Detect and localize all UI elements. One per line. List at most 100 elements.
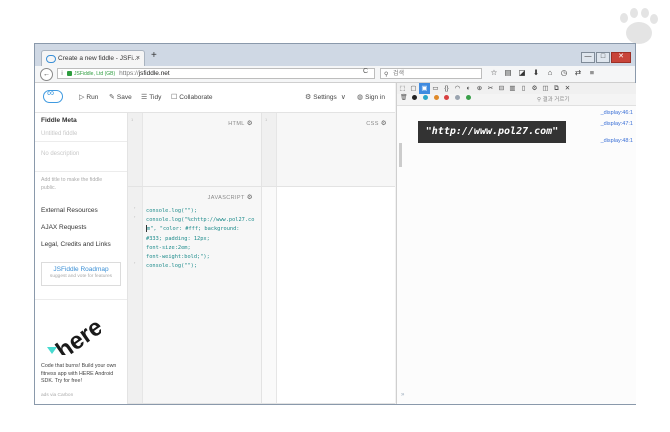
code-line: font-weight:bold;"); [146,254,210,261]
source-link[interactable]: _display:47:1 [601,121,633,127]
history-icon[interactable]: ◷ [557,68,571,77]
collaborate-button[interactable]: ☐ Collaborate [171,93,213,101]
source-link[interactable]: _display:48:1 [601,138,633,144]
html-panel[interactable]: 1 HTML ⚙ [128,113,262,187]
tidy-icon: ☰ [141,94,148,101]
console-styled-output: "http://www.pol27.com" [418,121,566,143]
gear-icon[interactable]: ⚙ [247,120,253,127]
gear-icon[interactable]: ⚙ [381,120,387,127]
dock-icon[interactable]: ◫ [540,83,551,94]
trash-icon[interactable]: 🗑 [400,95,408,101]
info-icon[interactable]: i [58,69,66,78]
source-link[interactable]: _display:46:1 [601,110,633,116]
console-input-prompt[interactable]: » [401,392,404,398]
code-line: console.log(""); [146,263,198,270]
home-icon[interactable]: ⌂ [543,68,557,77]
html-panel-label: HTML ⚙ [228,119,253,127]
settings-icon[interactable]: ⚙ [529,83,540,94]
js-code[interactable]: console.log(""); console.log("%chttp://ww… [146,207,254,271]
back-button[interactable]: ← [40,68,53,81]
here-logo-icon[interactable]: here [45,309,101,355]
performance-icon[interactable]: ◠ [452,83,463,94]
logging-filter-icon[interactable] [454,94,460,100]
line-number: 1 [131,117,134,122]
code-line: #333; padding: 12px; [146,235,210,242]
css-panel[interactable]: 1 CSS ⚙ [262,113,395,187]
play-icon: ▷ [79,94,85,101]
ajax-requests-link[interactable]: AJAX Requests [41,224,87,231]
roadmap-box[interactable]: JSFiddle Roadmap suggest and vote for fe… [41,262,121,286]
star-icon[interactable]: ☆ [487,68,501,77]
url-bar[interactable]: i JSFiddle, Ltd (GB) https://jsfiddle.net [57,68,375,79]
accessibility-icon[interactable]: ✂ [485,83,496,94]
popout-icon[interactable]: ⧉ [551,83,562,94]
code-line: console.log(""); [146,208,198,214]
pocket-icon[interactable]: ◪ [515,68,529,77]
storage-icon[interactable]: ⊕ [474,83,485,94]
search-icon: ⚲ [384,72,389,78]
console-filter-bar: 🗑 ⚲ 결과 거르기 [397,94,636,106]
here-logo-text: here [51,313,101,355]
result-gutter [262,187,277,403]
external-resources-link[interactable]: External Resources [41,207,98,214]
devtools-panel: ⬚ ▢ ▣ ▭{} ◠ ◐ ⊕ ✂ ⊟ ▥ ▯ ⚙ ◫ ⧉ ✕ 🗑 ⚲ 결과 거르기 _display:46… [396,83,636,404]
console-tab-icon[interactable]: ▣ [419,83,430,94]
responsive-icon[interactable]: ⊟ [496,83,507,94]
ad-text[interactable]: Code that burns! Build your own fitness … [41,363,121,386]
code-line: font-size:2em; [146,244,191,251]
search-input[interactable]: ⚲ 검색 [380,68,482,79]
phone-icon[interactable]: ▯ [518,83,529,94]
browser-tab[interactable]: Create a new fiddle - JSFi... × [41,50,145,66]
settings-button[interactable]: ⚙ Settings ∨ [305,93,348,101]
css-panel-label: CSS ⚙ [366,119,387,127]
screenshot-icon[interactable]: ▥ [507,83,518,94]
jsfiddle-app: ▷Run ✎Save ☰Tidy ☐Collaborate ⚙Settings∨… [35,83,395,404]
reload-icon[interactable]: C [363,68,368,75]
minimize-button[interactable]: — [581,52,595,63]
debugger-icon[interactable]: ▭ [430,83,441,94]
reading-list-icon[interactable]: ▤ [501,68,515,77]
site-identity[interactable]: JSFiddle, Ltd (GB) [74,71,115,77]
line-marker: › [134,214,136,219]
console-filter-input[interactable]: ⚲ 결과 거르기 [537,95,569,103]
css-filter-icon[interactable] [422,94,428,100]
download-icon[interactable]: ⬇ [529,68,543,77]
server-filter-icon[interactable] [465,94,471,100]
run-button[interactable]: ▷ Run [79,93,98,101]
legal-credits-link[interactable]: Legal, Credits and Links [41,241,111,248]
js-filter-icon[interactable] [433,94,439,100]
code-line: console.log("%chttp://www.pol27.co [146,217,255,224]
jsfiddle-logo-icon[interactable] [43,88,63,103]
jsfiddle-favicon-icon [46,55,56,63]
maximize-button[interactable]: □ [596,52,610,63]
inspector-icon[interactable]: ▢ [408,83,419,94]
filter-placeholder: 결과 거르기 [542,97,570,103]
tab-close-icon[interactable]: × [136,51,140,66]
fiddle-description-input[interactable]: No description [41,151,79,157]
close-window-button[interactable]: ✕ [611,52,631,63]
net-filter-icon[interactable] [412,94,418,100]
security-filter-icon[interactable] [444,94,450,100]
jsfiddle-toolbar: ▷Run ✎Save ☰Tidy ☐Collaborate ⚙Settings∨… [35,83,395,113]
style-editor-icon[interactable]: {} [441,83,452,94]
signin-label: Sign in [365,94,385,101]
devtools-close-icon[interactable]: ✕ [562,83,573,94]
save-button[interactable]: ✎ Save [109,93,132,101]
pick-element-icon[interactable]: ⬚ [397,83,408,94]
result-panel[interactable] [262,187,395,404]
roadmap-title: JSFiddle Roadmap [53,266,109,273]
console-scrollbar[interactable] [399,143,402,167]
network-icon[interactable]: ◐ [463,83,474,94]
sync-icon[interactable]: ⇄ [571,68,585,77]
html-label-text: HTML [228,121,245,127]
code-line-with-cursor: m", "color: #fff; background: [146,225,254,234]
gear-icon[interactable]: ⚙ [247,194,253,201]
tidy-button[interactable]: ☰ Tidy [141,93,161,101]
fiddle-title-input[interactable]: Untitled fiddle [41,131,77,137]
javascript-panel[interactable]: › › › JAVASCRIPT ⚙ console.log(""); consol… [128,187,262,404]
ad-via[interactable]: ads via Carbon [41,393,73,398]
new-tab-button[interactable]: + [151,50,157,61]
signin-button[interactable]: ◍ Sign in [357,93,385,101]
divider [35,141,127,142]
menu-icon[interactable]: ≡ [585,68,599,77]
